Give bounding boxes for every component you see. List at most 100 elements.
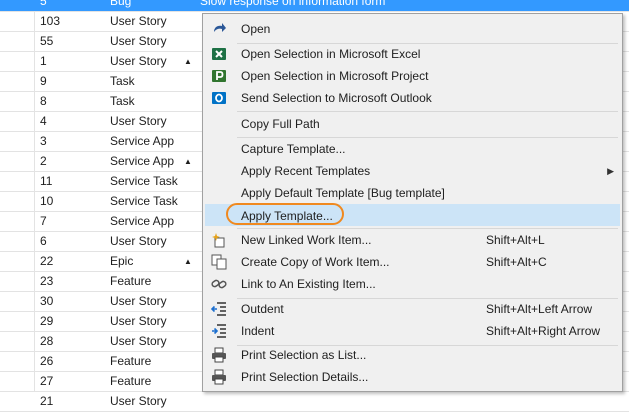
work-item-id: 8 (40, 94, 47, 108)
apply-template-callout (226, 203, 344, 225)
menu-item-label: Indent (241, 324, 275, 338)
excel-icon (211, 46, 227, 62)
expand-toggle-icon (184, 72, 196, 91)
work-item-id: 5 (40, 0, 47, 8)
menu-item-print-as-list[interactable]: Print Selection as List... (205, 344, 620, 366)
expand-toggle-icon (184, 212, 196, 231)
expand-toggle-icon (184, 172, 196, 191)
work-item-id: 21 (40, 394, 54, 408)
menu-item-label: Open Selection in Microsoft Project (241, 69, 429, 83)
work-item-type: Feature (110, 374, 152, 388)
menu-item-create-copy[interactable]: Create Copy of Work Item... Shift+Alt+C (205, 251, 620, 273)
outlook-icon (211, 90, 227, 106)
menu-item-label: New Linked Work Item... (241, 233, 372, 247)
menu-item-label: Create Copy of Work Item... (241, 255, 390, 269)
work-item-type: Task (110, 74, 135, 88)
menu-item-apply-default-template[interactable]: Apply Default Template [Bug template] (205, 182, 620, 204)
menu-separator (237, 111, 618, 112)
copy-work-item-icon (211, 254, 227, 270)
menu-item-shortcut: Shift+Alt+Right Arrow (486, 324, 601, 338)
work-item-type: Service App (110, 134, 175, 148)
menu-item-label: Send Selection to Microsoft Outlook (241, 91, 432, 105)
work-item-type: User Story (110, 234, 167, 248)
menu-item-send-to-outlook[interactable]: Send Selection to Microsoft Outlook (205, 87, 620, 109)
expand-toggle-icon (184, 0, 196, 11)
outdent-icon (210, 301, 227, 317)
expand-toggle-icon: ▲ (184, 157, 192, 166)
menu-item-label: Outdent (241, 302, 284, 316)
work-item-type: Bug (110, 0, 132, 8)
menu-item-label: Apply Default Template [Bug template] (241, 186, 445, 200)
menu-item-indent[interactable]: Indent Shift+Alt+Right Arrow (205, 320, 620, 342)
menu-item-label: Print Selection as List... (241, 348, 367, 362)
work-item-type: User Story (110, 294, 167, 308)
menu-item-link-existing[interactable]: Link to An Existing Item... (205, 273, 620, 295)
work-item-id: 103 (40, 14, 61, 28)
menu-item-copy-full-path[interactable]: Copy Full Path (205, 113, 620, 135)
menu-item-print-details[interactable]: Print Selection Details... (205, 366, 620, 388)
menu-item-open-in-project[interactable]: Open Selection in Microsoft Project (205, 65, 620, 87)
work-item-type: Feature (110, 274, 152, 288)
work-item-type: User Story (110, 334, 167, 348)
work-item-id: 55 (40, 34, 54, 48)
work-item-type: Feature (110, 354, 152, 368)
work-item-type: Service Task (110, 174, 178, 188)
work-item-id: 29 (40, 314, 54, 328)
work-item-id: 22 (40, 254, 54, 268)
expand-toggle-icon (184, 232, 196, 251)
new-linked-work-item-icon (211, 232, 227, 248)
menu-item-open-in-excel[interactable]: Open Selection in Microsoft Excel (205, 43, 620, 65)
work-item-type: User Story (110, 394, 167, 408)
work-item-id: 30 (40, 294, 54, 308)
expand-toggle-icon (184, 352, 196, 371)
work-item-type: User Story (110, 114, 167, 128)
menu-item-capture-template[interactable]: Capture Template... (205, 138, 620, 160)
indent-icon (211, 323, 227, 339)
printer-icon (211, 347, 227, 363)
menu-item-shortcut: Shift+Alt+L (486, 233, 545, 247)
work-item-id: 11 (40, 174, 53, 188)
work-item-type: User Story (110, 34, 167, 48)
menu-item-label: Link to An Existing Item... (241, 277, 376, 291)
printer-icon (211, 369, 227, 385)
work-item-id: 6 (40, 234, 47, 248)
work-item-id: 4 (40, 114, 47, 128)
submenu-arrow-icon: ▶ (607, 166, 614, 176)
menu-item-shortcut: Shift+Alt+Left Arrow (486, 302, 593, 316)
work-item-type: User Story (110, 314, 167, 328)
work-item-id: 27 (40, 374, 54, 388)
work-item-id: 9 (40, 74, 47, 88)
menu-item-open[interactable]: Open (205, 18, 620, 40)
table-row[interactable]: 21 User Story (0, 392, 629, 412)
menu-item-label: Copy Full Path (241, 117, 320, 131)
expand-toggle-icon (184, 332, 196, 351)
expand-toggle-icon (184, 12, 196, 31)
work-item-id: 3 (40, 134, 47, 148)
open-arrow-icon (211, 21, 227, 37)
link-icon (211, 276, 227, 292)
work-item-id: 10 (40, 194, 54, 208)
table-row[interactable]: 5 Bug Slow response on information form (0, 0, 629, 12)
expand-toggle-icon (184, 312, 196, 331)
menu-item-label: Apply Recent Templates (241, 164, 371, 178)
expand-toggle-icon (184, 32, 196, 51)
project-icon (211, 68, 227, 84)
expand-toggle-icon (184, 192, 196, 211)
expand-toggle-icon (184, 272, 196, 291)
work-item-id: 28 (40, 334, 54, 348)
work-item-type: Service Task (110, 194, 178, 208)
work-item-type: User Story (110, 54, 167, 68)
work-item-type: Task (110, 94, 135, 108)
expand-toggle-icon (184, 112, 196, 131)
work-item-type: Service App (110, 154, 175, 168)
menu-item-label: Capture Template... (241, 142, 346, 156)
work-item-type: User Story (110, 14, 167, 28)
menu-item-new-linked-work-item[interactable]: New Linked Work Item... Shift+Alt+L (205, 229, 620, 251)
menu-item-label: Open Selection in Microsoft Excel (241, 47, 421, 61)
menu-item-apply-recent-templates[interactable]: Apply Recent Templates ▶ (205, 160, 620, 182)
work-item-title (200, 392, 620, 411)
menu-item-outdent[interactable]: Outdent Shift+Alt+Left Arrow (205, 298, 620, 320)
work-item-type: Epic (110, 254, 134, 268)
work-item-type: Service App (110, 214, 175, 228)
expand-toggle-icon (184, 392, 196, 411)
